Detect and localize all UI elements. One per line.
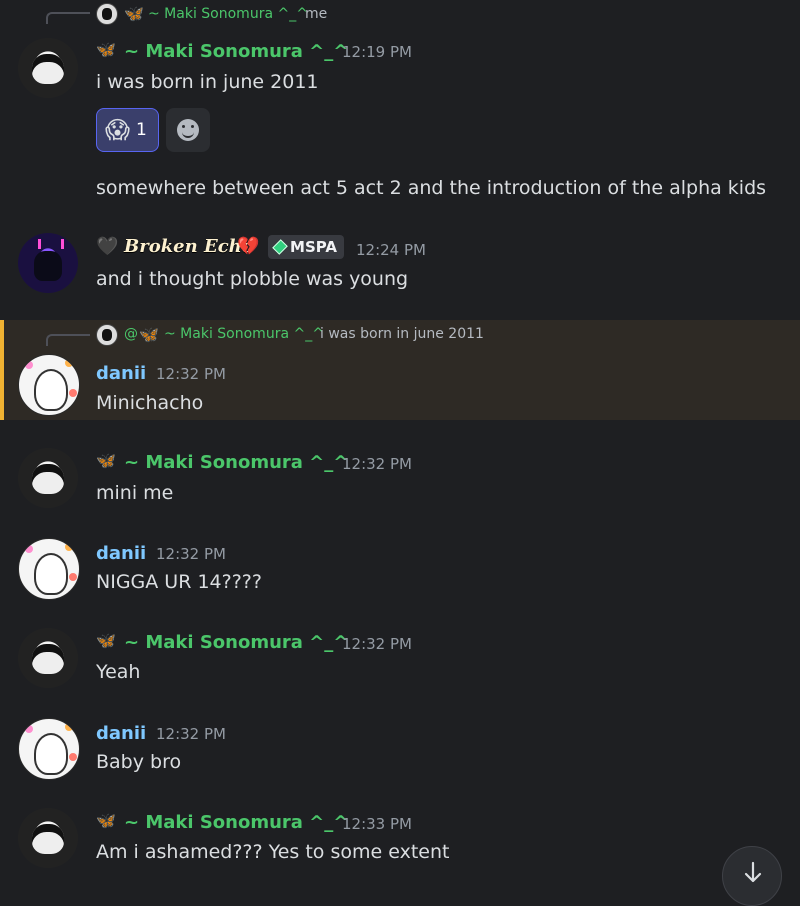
- message-text: mini me: [96, 482, 174, 504]
- reply-snippet[interactable]: me: [305, 6, 327, 22]
- reaction-button[interactable]: 😱 1: [96, 108, 159, 152]
- timestamp: 12:32 PM: [156, 545, 226, 563]
- timestamp: 12:32 PM: [342, 635, 412, 653]
- reply-avatar[interactable]: [96, 3, 118, 25]
- message-text: Baby bro: [96, 751, 182, 773]
- message-text: i was born in june 2011: [96, 71, 319, 93]
- butterfly-icon: 🦋: [139, 325, 159, 344]
- author-name[interactable]: danii: [96, 363, 146, 384]
- avatar[interactable]: [18, 38, 78, 98]
- jump-to-present-button[interactable]: [722, 846, 782, 906]
- reply-prefix[interactable]: @: [124, 326, 138, 342]
- reply-avatar[interactable]: [96, 324, 118, 346]
- butterfly-icon: 🦋: [96, 631, 116, 650]
- avatar[interactable]: [18, 233, 78, 293]
- message-text: and i thought plobble was young: [96, 268, 409, 290]
- author-name[interactable]: ~ Maki Sonomura ^_^: [124, 812, 348, 833]
- author-name[interactable]: ~ Maki Sonomura ^_^: [124, 452, 348, 473]
- broken-heart-icon: 💔: [237, 236, 260, 257]
- reply-author[interactable]: ~ Maki Sonomura ^_^: [164, 326, 324, 342]
- avatar[interactable]: [18, 808, 78, 868]
- author-name[interactable]: Broken Echo: [124, 236, 254, 257]
- timestamp: 12:32 PM: [156, 725, 226, 743]
- role-badge[interactable]: MSPA: [268, 235, 344, 259]
- add-reaction-icon: [177, 119, 199, 141]
- author-name[interactable]: danii: [96, 723, 146, 744]
- message-text: Am i ashamed??? Yes to some extent: [96, 841, 450, 863]
- reply-connector: [46, 12, 90, 24]
- avatar[interactable]: [18, 628, 78, 688]
- role-badge-label: MSPA: [290, 238, 337, 256]
- mention-highlight-bar: [0, 320, 4, 420]
- message-text: NIGGA UR 14????: [96, 571, 262, 593]
- message-text: Minichacho: [96, 392, 204, 414]
- timestamp: 12:19 PM: [342, 43, 412, 61]
- timestamp: 12:24 PM: [356, 241, 426, 259]
- author-name[interactable]: danii: [96, 543, 146, 564]
- avatar[interactable]: [18, 354, 80, 416]
- timestamp: 12:32 PM: [342, 455, 412, 473]
- butterfly-icon: 🦋: [96, 40, 116, 59]
- avatar[interactable]: [18, 718, 80, 780]
- avatar[interactable]: [18, 538, 80, 600]
- reply-snippet[interactable]: i was born in june 2011: [320, 326, 484, 342]
- add-reaction-button[interactable]: [166, 108, 210, 152]
- message-text: Yeah: [96, 661, 141, 683]
- timestamp: 12:33 PM: [342, 815, 412, 833]
- butterfly-icon: 🦋: [96, 811, 116, 830]
- message-text: somewhere between act 5 act 2 and the in…: [96, 177, 767, 199]
- timestamp: 12:32 PM: [156, 365, 226, 383]
- arrow-down-icon: [744, 861, 762, 883]
- author-name[interactable]: ~ Maki Sonomura ^_^: [124, 41, 348, 62]
- screaming-face-icon: 😱: [105, 116, 131, 144]
- black-heart-icon: 🖤: [96, 236, 119, 257]
- butterfly-icon: 🦋: [96, 451, 116, 470]
- butterfly-icon: 🦋: [124, 4, 144, 23]
- reply-connector: [46, 334, 90, 346]
- author-name[interactable]: ~ Maki Sonomura ^_^: [124, 632, 348, 653]
- avatar[interactable]: [18, 448, 78, 508]
- diamond-icon: [272, 239, 288, 255]
- reply-author[interactable]: ~ Maki Sonomura ^_^: [148, 6, 308, 22]
- reaction-count: 1: [136, 120, 147, 140]
